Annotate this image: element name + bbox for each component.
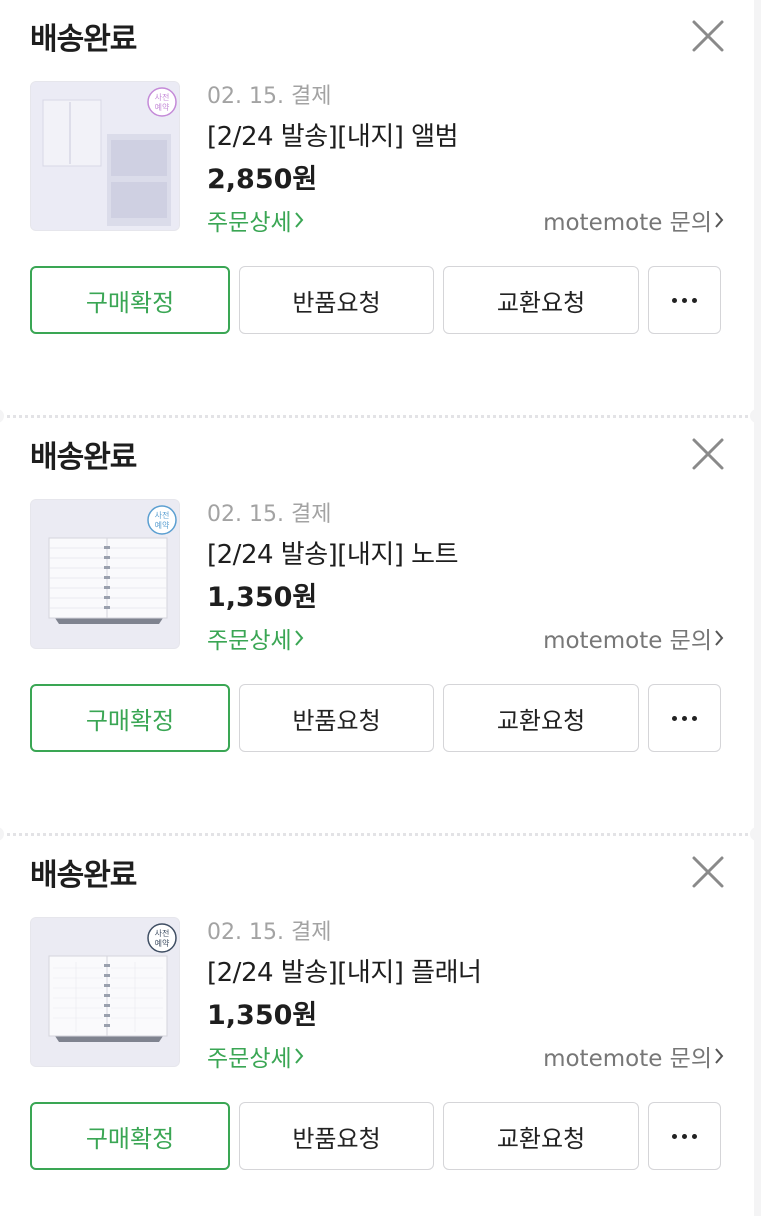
payment-date: 02. 15. 결제: [207, 920, 332, 945]
product-price: 1,350원: [207, 582, 318, 613]
close-icon: [692, 856, 724, 888]
product-name[interactable]: [2/24 발송][내지] 노트: [207, 534, 459, 571]
exchange-request-button[interactable]: 교환요청: [443, 266, 639, 334]
delete-order-button[interactable]: [690, 18, 726, 54]
more-horizontal-icon: [672, 297, 697, 303]
product-name[interactable]: [2/24 발송][내지] 플래너: [207, 952, 482, 989]
order-list: 배송완료 사전 예약 02. 15. 결제 [2/24 발송][내지] 앨범 2…: [0, 0, 754, 1216]
preorder-badge: 사전: [155, 92, 170, 102]
order-detail-label: 주문상세: [207, 210, 292, 236]
seller-inquiry-label: motemote 문의: [543, 210, 712, 236]
svg-text:예약: 예약: [155, 102, 170, 112]
product-thumbnail[interactable]: 사전 예약: [30, 917, 180, 1067]
planner-image: 사전 예약: [31, 918, 179, 1066]
return-request-button[interactable]: 반품요청: [239, 684, 434, 752]
confirm-purchase-button[interactable]: 구매확정: [30, 266, 230, 334]
return-request-button[interactable]: 반품요청: [239, 266, 434, 334]
exchange-request-button[interactable]: 교환요청: [443, 1102, 639, 1170]
exchange-request-button[interactable]: 교환요청: [443, 684, 639, 752]
product-price: 2,850원: [207, 164, 318, 195]
confirm-purchase-button[interactable]: 구매확정: [30, 684, 230, 752]
chevron-right-icon: [714, 211, 724, 229]
order-detail-link[interactable]: 주문상세: [207, 1039, 304, 1073]
order-detail-link[interactable]: 주문상세: [207, 203, 304, 237]
album-image: 사전 예약: [31, 82, 179, 230]
product-name[interactable]: [2/24 발송][내지] 앨범: [207, 116, 459, 153]
order-detail-label: 주문상세: [207, 628, 292, 654]
seller-inquiry-link[interactable]: motemote 문의: [543, 203, 724, 237]
order-detail-link[interactable]: 주문상세: [207, 621, 304, 655]
close-icon: [692, 438, 724, 470]
more-options-button[interactable]: [648, 684, 721, 752]
preorder-badge: 사전: [155, 928, 170, 938]
delivery-status: 배송완료: [30, 440, 137, 475]
confirm-purchase-button[interactable]: 구매확정: [30, 1102, 230, 1170]
seller-inquiry-link[interactable]: motemote 문의: [543, 1039, 724, 1073]
delete-order-button[interactable]: [690, 436, 726, 472]
seller-inquiry-link[interactable]: motemote 문의: [543, 621, 724, 655]
note-image: 사전 예약: [31, 500, 179, 648]
product-thumbnail[interactable]: 사전 예약: [30, 499, 180, 649]
payment-date: 02. 15. 결제: [207, 84, 332, 109]
close-icon: [692, 20, 724, 52]
order-detail-label: 주문상세: [207, 1046, 292, 1072]
delivery-status: 배송완료: [30, 858, 137, 893]
product-thumbnail[interactable]: 사전 예약: [30, 81, 180, 231]
preorder-badge: 사전: [155, 510, 170, 520]
order-card: 배송완료 사전 예약 02. 15. 결제 [2/24 발송][내지] 앨범 2…: [0, 0, 754, 423]
order-card: 배송완료: [0, 418, 754, 841]
more-options-button[interactable]: [648, 1102, 721, 1170]
product-price: 1,350원: [207, 1000, 318, 1031]
scroll-edge: [754, 0, 761, 1216]
payment-date: 02. 15. 결제: [207, 502, 332, 527]
chevron-right-icon: [294, 211, 304, 229]
delivery-status: 배송완료: [30, 22, 137, 57]
chevron-right-icon: [714, 1047, 724, 1065]
seller-inquiry-label: motemote 문의: [543, 628, 712, 654]
delete-order-button[interactable]: [690, 854, 726, 890]
return-request-button[interactable]: 반품요청: [239, 1102, 434, 1170]
svg-text:예약: 예약: [155, 520, 170, 530]
more-horizontal-icon: [672, 715, 697, 721]
chevron-right-icon: [294, 1047, 304, 1065]
more-horizontal-icon: [672, 1133, 697, 1139]
chevron-right-icon: [294, 629, 304, 647]
more-options-button[interactable]: [648, 266, 721, 334]
order-card: 배송완료: [0, 836, 754, 1216]
chevron-right-icon: [714, 629, 724, 647]
seller-inquiry-label: motemote 문의: [543, 1046, 712, 1072]
svg-text:예약: 예약: [155, 938, 170, 948]
